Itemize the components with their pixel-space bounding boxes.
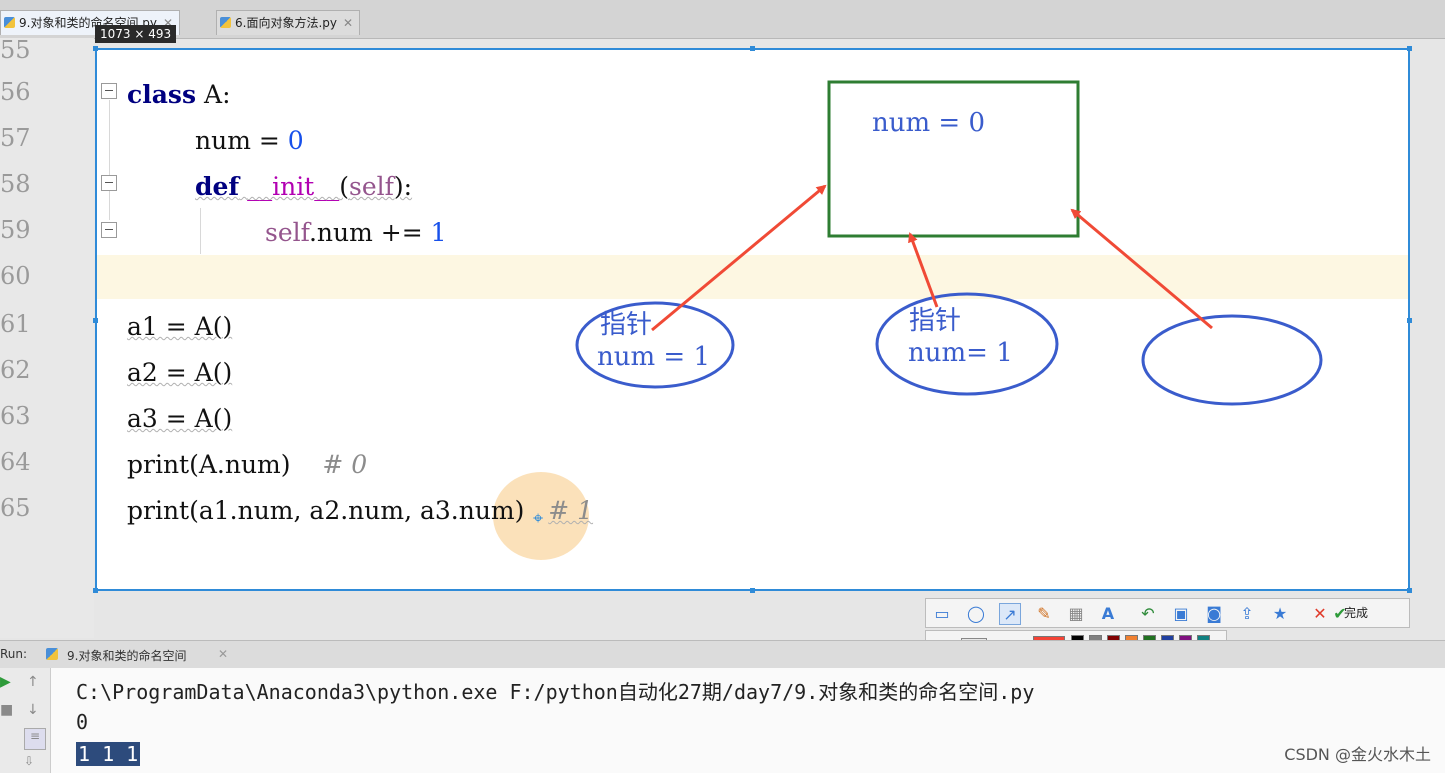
ellipse-label: 指针 [909, 306, 962, 336]
capture-size-badge: 1073 × 493 [95, 25, 177, 43]
run-tab-label[interactable]: 9.对象和类的命名空间 [67, 647, 186, 664]
line-number-gutter: 55 56 57 58 59 60 61 62 63 64 65 [0, 36, 94, 638]
annotation-arrow [651, 184, 827, 332]
console-command-line: C:\ProgramData\Anaconda3\python.exe F:/p… [76, 680, 1035, 704]
line-number: 59 [0, 216, 31, 244]
line-number: 55 [0, 36, 31, 64]
arrow-icon[interactable]: ↗ [999, 603, 1021, 625]
python-file-icon [4, 17, 15, 28]
undo-icon[interactable]: ↶ [1137, 603, 1159, 625]
cancel-icon[interactable]: ✕ [1309, 603, 1331, 625]
tab-oop-methods[interactable]: 6.面向对象方法.py ✕ [216, 10, 361, 35]
close-icon[interactable]: ✕ [343, 16, 353, 30]
mosaic-icon[interactable]: ▦ [1065, 603, 1087, 625]
line-number: 65 [0, 494, 31, 522]
line-number: 57 [0, 124, 31, 152]
down-arrow-icon[interactable]: ↓ [27, 702, 39, 718]
box-label: num = 0 [872, 108, 986, 138]
run-console[interactable]: C:\ProgramData\Anaconda3\python.exe F:/p… [0, 668, 1445, 773]
ellipse-icon[interactable]: ◯ [965, 603, 987, 625]
line-number: 63 [0, 402, 31, 430]
ellipse-label: 指针 [600, 310, 653, 340]
annotation-layer [575, 80, 1323, 406]
up-arrow-icon[interactable]: ↑ [27, 674, 39, 690]
close-icon[interactable]: ✕ [218, 647, 228, 661]
line-number: 64 [0, 448, 31, 476]
ellipse-label: num = 1 [597, 342, 711, 372]
ellipse-label: num= 1 [908, 338, 1013, 368]
python-file-icon [220, 17, 231, 28]
python-file-icon [46, 648, 58, 660]
line-number: 60 [0, 262, 31, 290]
soft-wrap-icon[interactable]: ≡ [24, 728, 46, 750]
watermark: CSDN @金火水木土 [1284, 745, 1431, 764]
capture-tool-toolbar: ▭ ◯ ↗ ✎ ▦ A ↶ ▣ ◙ ⇪ ★ ✕ ✔ 完成 [925, 598, 1410, 628]
save-icon[interactable]: ▣ [1170, 603, 1192, 625]
run-side-toolbar: ▶ ↑ ■ ↓ ≡ ⇩ [0, 668, 51, 773]
rerun-icon[interactable]: ▶ [0, 674, 11, 690]
scroll-to-end-icon[interactable]: ⇩ [24, 754, 34, 768]
share-icon[interactable]: ⇪ [1236, 603, 1258, 625]
annotation-ellipse [1141, 314, 1323, 406]
annotation-box [827, 80, 1080, 238]
pin-icon[interactable]: ◙ [1203, 603, 1225, 625]
pen-icon[interactable]: ✎ [1033, 603, 1055, 625]
line-number: 58 [0, 170, 31, 198]
editor-tab-bar: 9.对象和类的命名空间.py ✕ 6.面向对象方法.py ✕ [0, 0, 1445, 39]
annotation-arrow [908, 232, 939, 308]
text-icon[interactable]: A [1097, 603, 1119, 625]
console-output-line-selected: 1 1 1 [76, 742, 141, 766]
line-number: 62 [0, 356, 31, 384]
rectangle-icon[interactable]: ▭ [931, 603, 953, 625]
screenshot-capture-region[interactable]: class A: num = 0 def __init__(self): sel… [93, 46, 1412, 593]
run-label: Run: [0, 647, 28, 661]
line-number: 61 [0, 310, 31, 338]
annotation-arrow [1070, 208, 1213, 330]
console-output-line: 0 [76, 710, 89, 734]
stop-icon[interactable]: ■ [0, 702, 13, 718]
favorite-icon[interactable]: ★ [1269, 603, 1291, 625]
line-number: 56 [0, 78, 31, 106]
run-tool-window-header: Run: 9.对象和类的命名空间 ✕ [0, 640, 1445, 669]
done-button-label[interactable]: 完成 [1344, 604, 1368, 621]
tab-label: 6.面向对象方法.py [235, 16, 337, 30]
